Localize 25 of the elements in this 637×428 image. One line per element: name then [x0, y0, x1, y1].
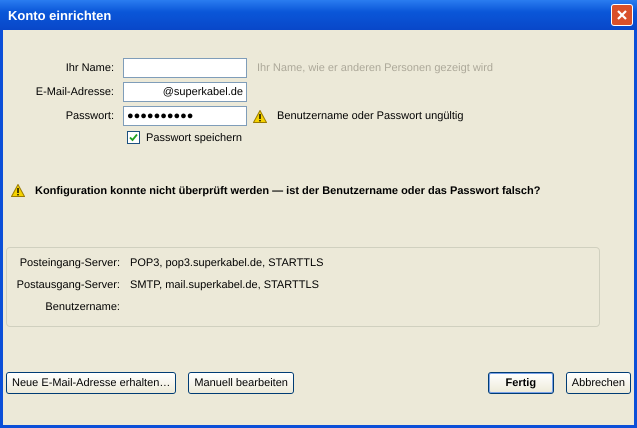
- dialog-button[interactable]: Fertig: [488, 372, 554, 394]
- detail-label: Postausgang-Server:: [16, 279, 120, 291]
- dialog-button[interactable]: Manuell bearbeiten: [188, 372, 294, 394]
- detail-value: SMTP, mail.superkabel.de, STARTTLS: [130, 279, 319, 291]
- detail-label: Posteingang-Server:: [18, 257, 120, 269]
- detail-value: POP3, pop3.superkabel.de, STARTTLS: [130, 257, 324, 269]
- field-label: E-Mail-Adresse:: [34, 86, 114, 98]
- input-field[interactable]: @superkabel.de: [123, 82, 247, 102]
- field-label: Passwort:: [64, 110, 114, 122]
- close-icon: [616, 9, 628, 21]
- warning-text: Benutzername oder Passwort ungültig: [277, 110, 464, 122]
- input-field[interactable]: ●●●●●●●●●●: [123, 106, 247, 126]
- checkbox[interactable]: [127, 131, 140, 144]
- close-button[interactable]: [611, 4, 633, 26]
- input-field[interactable]: [123, 58, 247, 78]
- field-label: Ihr Name:: [64, 62, 114, 74]
- warning-icon: [11, 184, 25, 197]
- dialog-button[interactable]: Neue E-Mail-Adresse erhalten…: [6, 372, 176, 394]
- checkbox-label: Passwort speichern: [146, 132, 242, 144]
- field-hint: Ihr Name, wie er anderen Personen gezeigt wird: [257, 62, 494, 74]
- dialog-button[interactable]: Abbrechen: [566, 372, 631, 394]
- detail-label: Benutzername:: [44, 301, 120, 313]
- error-message: Konfiguration konnte nicht überprüft werden — ist der Benutzername oder das Passwort falsch?: [35, 184, 540, 196]
- warning-icon: [253, 110, 267, 122]
- window-title: Konto einrichten: [8, 8, 112, 22]
